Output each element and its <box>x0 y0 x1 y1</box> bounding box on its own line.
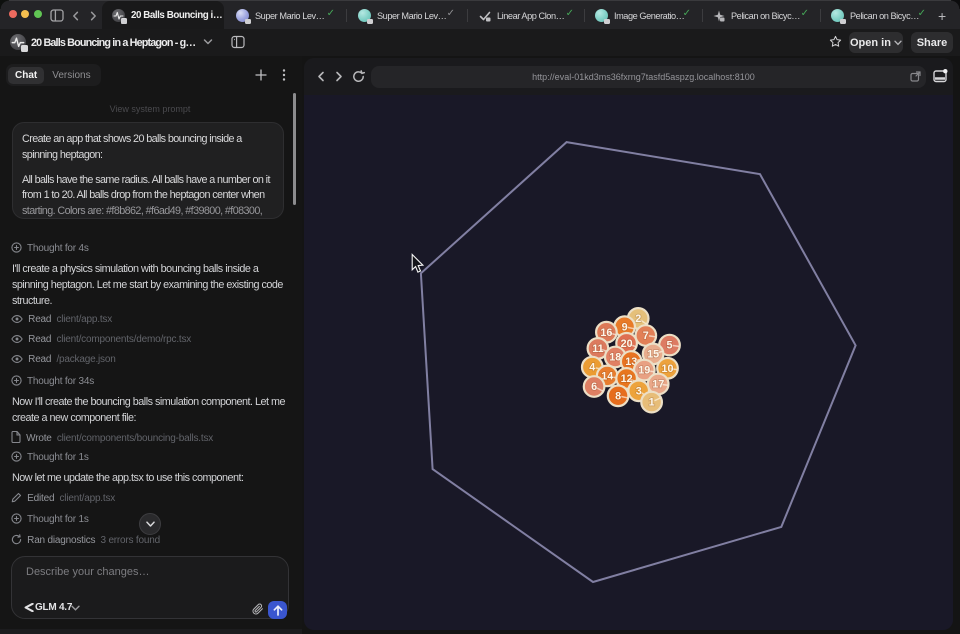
svg-text:10: 10 <box>661 363 673 375</box>
svg-text:1: 1 <box>649 397 655 409</box>
svg-text:18: 18 <box>609 352 621 364</box>
svg-text:11: 11 <box>592 343 603 355</box>
svg-text:4: 4 <box>589 362 595 374</box>
svg-text:5: 5 <box>666 340 672 352</box>
svg-text:2: 2 <box>635 313 641 325</box>
svg-text:3: 3 <box>636 385 642 397</box>
svg-text:6: 6 <box>591 381 597 393</box>
svg-text:17: 17 <box>652 379 664 391</box>
svg-text:7: 7 <box>643 330 649 342</box>
svg-text:8: 8 <box>615 390 621 402</box>
svg-text:16: 16 <box>600 327 612 339</box>
svg-text:9: 9 <box>622 321 628 333</box>
svg-text:19: 19 <box>638 365 650 377</box>
svg-text:15: 15 <box>647 349 659 361</box>
